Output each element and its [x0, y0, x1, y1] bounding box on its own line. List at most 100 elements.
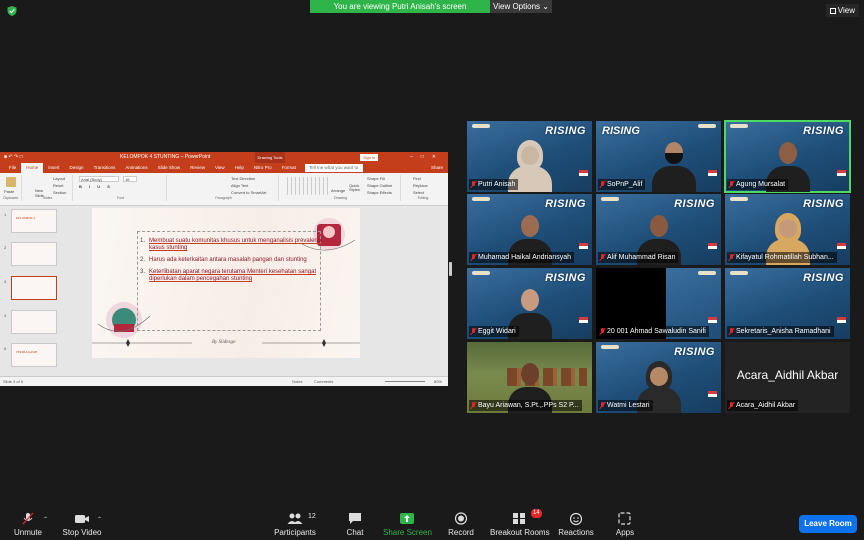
participant-tile[interactable]: RISING Watmi Lestari: [596, 342, 721, 413]
participant-tile[interactable]: RISING SoPnP_Alif: [596, 121, 721, 192]
participant-tile[interactable]: RISING Alif Muhammad Risan: [596, 194, 721, 265]
mic-muted-icon: [729, 254, 734, 261]
tab-transitions[interactable]: Transitions: [89, 163, 121, 173]
shield-icon: [7, 6, 17, 16]
comments-button[interactable]: Comments: [314, 377, 333, 386]
zoom-slider[interactable]: [385, 381, 425, 382]
reactions-button[interactable]: Reactions: [558, 512, 594, 537]
zoom-level[interactable]: 80%: [434, 377, 442, 386]
background-badge: [730, 124, 748, 128]
record-button[interactable]: Record: [448, 512, 474, 537]
background-badge: [472, 271, 490, 275]
paste-button[interactable]: Paste: [4, 189, 14, 194]
find-button[interactable]: Find: [413, 176, 421, 181]
slide-thumbnail[interactable]: 3: [4, 276, 57, 300]
tab-nitro-pro[interactable]: Nitro Pro: [249, 163, 277, 173]
leave-room-button[interactable]: Leave Room: [799, 515, 857, 533]
chat-button[interactable]: Chat: [344, 512, 366, 537]
slide-thumbnail[interactable]: 5 TERIMA KASIH: [4, 343, 57, 367]
font-format-buttons[interactable]: B I U S: [79, 184, 113, 189]
breakout-rooms-button[interactable]: 14 Breakout Rooms: [490, 509, 550, 537]
tab-file[interactable]: File: [4, 163, 21, 173]
shared-screen-powerpoint[interactable]: ■ ↶ ↷ □ KELOMPOK 4 STUNTING – PowerPoint…: [0, 152, 448, 386]
participant-face: [520, 363, 539, 385]
apps-button[interactable]: Apps: [613, 512, 637, 537]
slide-canvas[interactable]: 1. Membuat suatu komunitas khusus untuk m…: [92, 208, 360, 358]
participant-name: Acara_Aidhil Akbar: [736, 402, 796, 409]
participant-display-name: Acara_Aidhil Akbar: [736, 368, 839, 382]
participant-tile[interactable]: RISING20 001 Ahmad Sawaludin Sanifi: [596, 268, 721, 339]
video-options-caret[interactable]: ⌃: [97, 516, 102, 523]
audio-options-caret[interactable]: ⌃: [43, 516, 48, 523]
section-button[interactable]: Section: [53, 190, 66, 195]
tab-format[interactable]: Format: [277, 163, 301, 173]
shape-outline-button[interactable]: Shape Outline: [367, 183, 392, 188]
view-options-button[interactable]: View Options ⌄: [490, 0, 552, 13]
tab-animations[interactable]: Animations: [120, 163, 152, 173]
participant-face: [649, 215, 668, 237]
flag-icon: [708, 170, 717, 176]
split-divider-handle[interactable]: [449, 262, 452, 276]
slide-thumbnail[interactable]: 1 KELOMPOK 4: [4, 209, 57, 233]
stop-video-button[interactable]: Stop Video: [62, 512, 102, 537]
participant-tile[interactable]: Bayu Ariawan, S.Pt.,.PPs S2 P...: [467, 342, 592, 413]
align-text-button[interactable]: Align Text: [231, 183, 248, 188]
arrange-button[interactable]: Arrange: [331, 188, 345, 193]
slide-thumbnail[interactable]: 2: [4, 242, 57, 266]
mic-muted-icon: [600, 402, 605, 409]
quick-access-icons: ■ ↶ ↷ □: [4, 154, 23, 160]
window-controls[interactable]: –□✕: [410, 152, 444, 163]
participants-button[interactable]: 12 Participants: [272, 512, 318, 537]
group-drawing: Arrange Quick Styles Shape Fill Shape Ou…: [281, 175, 401, 201]
tab-slide-show[interactable]: Slide Show: [153, 163, 186, 173]
group-editing: Find Replace Select Editing: [403, 175, 443, 201]
share-button[interactable]: Share: [426, 163, 448, 173]
slide-number: 1: [4, 212, 7, 217]
shape-fill-button[interactable]: Shape Fill: [367, 176, 385, 181]
participant-tile[interactable]: Acara_Aidhil Akbar Acara_Aidhil Akbar: [725, 342, 850, 413]
participant-face: [778, 219, 797, 238]
shapes-gallery[interactable]: [284, 177, 328, 195]
notes-button[interactable]: Notes: [292, 377, 302, 386]
tell-me-input[interactable]: Tell me what you want to do: [304, 164, 363, 178]
tab-design[interactable]: Design: [65, 163, 89, 173]
mic-muted-icon: [729, 181, 734, 188]
shape-effects-button[interactable]: Shape Effects: [367, 190, 392, 195]
participant-tile[interactable]: RISING Kifayatul Rohmatillah Subhan...: [725, 194, 850, 265]
slide-thumbnail[interactable]: 4: [4, 310, 57, 334]
participant-tile[interactable]: RISING Agung Mursalat: [724, 120, 851, 193]
participant-tile[interactable]: RISING Putri Anisah: [467, 121, 592, 192]
background-badge: [730, 197, 748, 201]
sign-in-button[interactable]: Sign in: [360, 154, 379, 161]
flag-icon: [579, 170, 588, 176]
tab-home[interactable]: Home: [21, 163, 44, 173]
tab-review[interactable]: Review: [185, 163, 210, 173]
layout-button[interactable]: Layout: [53, 176, 65, 181]
unmute-button[interactable]: Unmute: [12, 512, 44, 537]
reset-button[interactable]: Reset: [53, 183, 63, 188]
quick-styles-button[interactable]: Quick Styles: [349, 184, 363, 192]
participant-name: Muhamad Haikal Andriansyah: [478, 254, 571, 261]
view-button[interactable]: View: [825, 4, 859, 17]
background-badge: [472, 197, 490, 201]
tab-insert[interactable]: Insert: [43, 163, 64, 173]
tab-help[interactable]: Help: [230, 163, 249, 173]
slide-thumbnails: 1 KELOMPOK 4 2 3 4 5 TERIMA KASIH: [0, 206, 70, 372]
select-button[interactable]: Select: [413, 190, 424, 195]
slide-number: 5: [4, 346, 7, 351]
ppt-window-title: KELOMPOK 4 STUNTING – PowerPoint: [120, 154, 211, 160]
share-screen-label: Share Screen: [383, 528, 432, 537]
participant-tile[interactable]: RISING Sekretaris_Anisha Ramadhani: [725, 268, 850, 339]
list-number: 2.: [140, 257, 146, 263]
font-size-select[interactable]: 16: [123, 176, 137, 182]
convert-smartart-button[interactable]: Convert to SmartArt: [231, 190, 266, 195]
font-family-select[interactable]: Arial (Body): [79, 176, 119, 182]
share-screen-button[interactable]: Share Screen: [383, 512, 432, 537]
text-direction-button[interactable]: Text Direction: [231, 176, 255, 181]
tab-view[interactable]: View: [210, 163, 230, 173]
replace-button[interactable]: Replace: [413, 183, 428, 188]
slide-divider-lines: [92, 339, 360, 347]
participant-tile[interactable]: RISING Eggit Widari: [467, 268, 592, 339]
participant-tile[interactable]: RISING Muhamad Haikal Andriansyah: [467, 194, 592, 265]
mic-muted-icon: [22, 512, 34, 525]
